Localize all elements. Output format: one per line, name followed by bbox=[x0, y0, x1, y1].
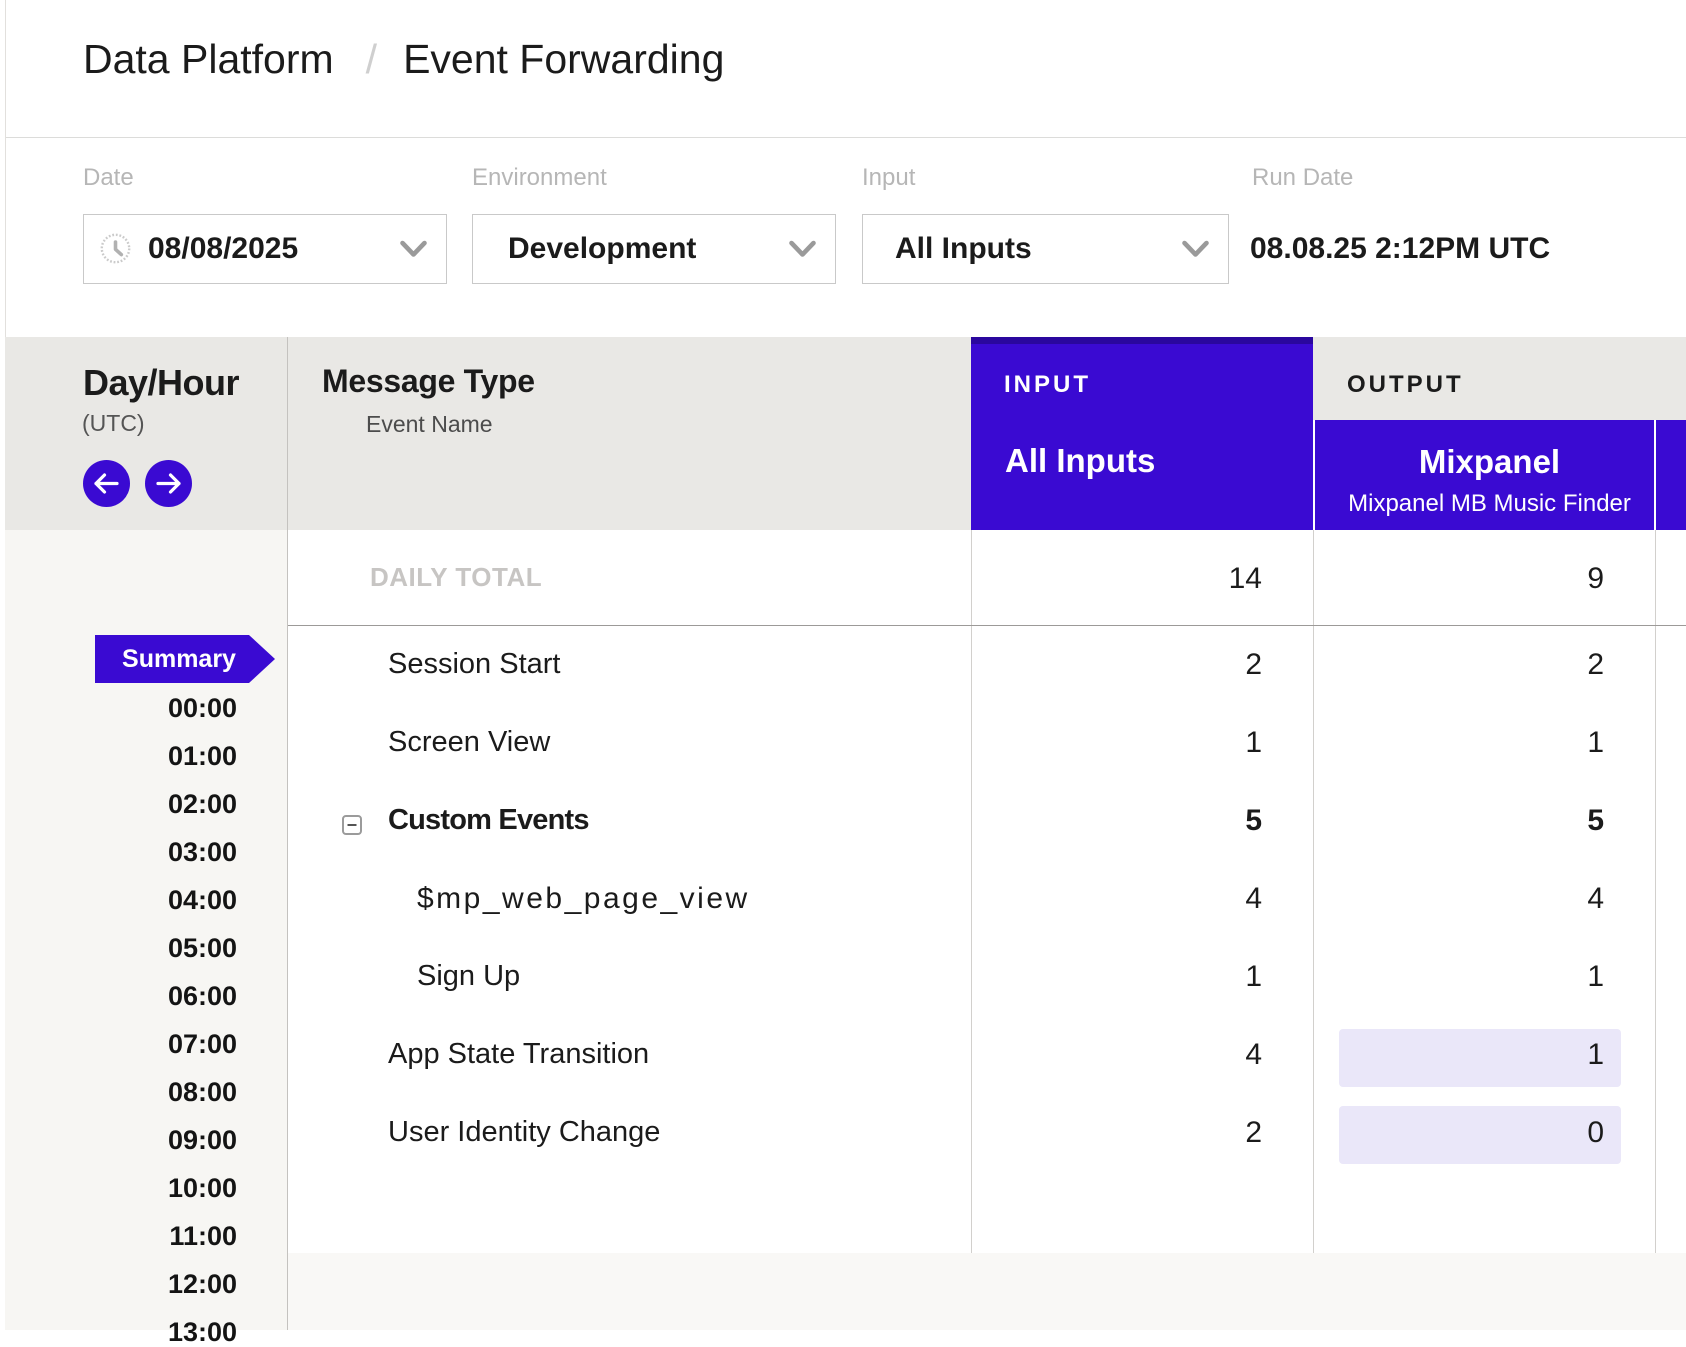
svg-text:Summary: Summary bbox=[122, 645, 236, 673]
